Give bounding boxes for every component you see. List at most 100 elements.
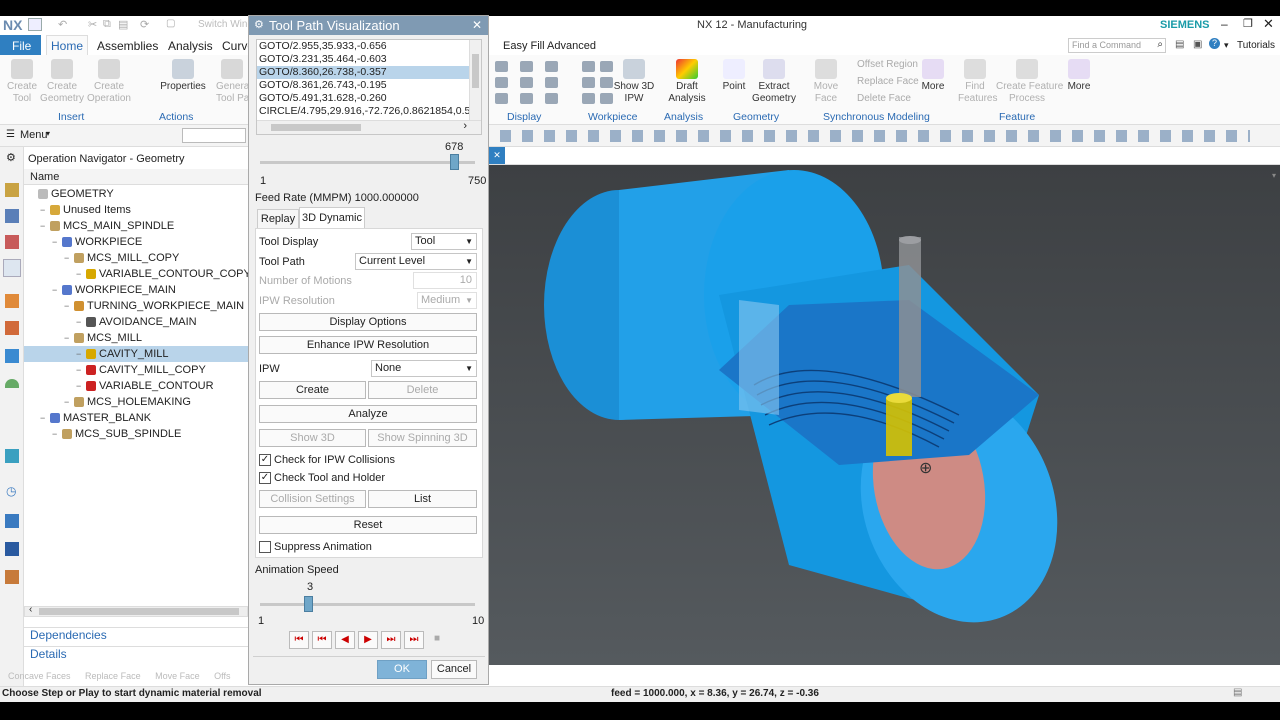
manufacturing-wizard-icon[interactable] [5, 542, 19, 556]
view-icon[interactable] [520, 93, 533, 104]
hd3d-tools-icon[interactable] [5, 349, 19, 363]
details-panel[interactable]: Details [30, 647, 67, 661]
view-icon[interactable] [495, 93, 508, 104]
command-search-input[interactable]: Find a Command ⌕ [1068, 38, 1166, 53]
reset-button[interactable]: Reset [259, 516, 477, 534]
create-geometry-button[interactable]: Create Geometry [40, 59, 84, 105]
menu-button[interactable]: Menu [20, 129, 48, 141]
switch-window-icon[interactable]: ▢ [166, 18, 175, 29]
group-synchronous-modeling[interactable]: Synchronous Modeling [823, 111, 930, 123]
create-operation-button[interactable]: Create Operation [86, 59, 132, 105]
collision-settings-button[interactable]: Collision Settings [259, 490, 366, 508]
suppress-animation-checkbox[interactable]: Suppress Animation [259, 541, 372, 554]
path-listing[interactable]: GOTO/2.955,35.933,-0.656 GOTO/3.231,35.46… [256, 39, 482, 135]
more-button[interactable]: More [1064, 59, 1094, 93]
step-slider-thumb[interactable] [450, 154, 460, 170]
tree-row[interactable]: − Unused Items [24, 202, 248, 218]
tree-expander-icon[interactable]: − [76, 314, 86, 330]
view-icon[interactable] [495, 77, 508, 88]
go-to-end-icon[interactable]: ⏭ [404, 631, 424, 649]
animation-speed-slider[interactable] [260, 596, 475, 612]
properties-button[interactable]: Properties [160, 59, 206, 93]
operation-navigator-icon[interactable] [3, 259, 21, 277]
view-icon[interactable] [582, 61, 595, 72]
tree-row[interactable]: − MCS_MILL_COPY [24, 250, 248, 266]
copy-icon[interactable]: ⧉ [103, 18, 111, 31]
group-workpiece[interactable]: Workpiece [588, 111, 637, 123]
path-listing-vscroll[interactable] [469, 40, 481, 120]
cut-icon[interactable]: ✂ [88, 18, 97, 31]
tree-row[interactable]: − MCS_SUB_SPINDLE [24, 426, 248, 442]
offset-button[interactable]: Offs [214, 671, 230, 681]
ipw-resolution-select[interactable]: Medium ▼ [417, 292, 477, 309]
qat-save-icon[interactable] [28, 18, 42, 31]
graphics-viewport[interactable]: ⊕ ▾ [489, 165, 1280, 665]
create-feature-process-button[interactable]: Create Feature Process [996, 59, 1063, 105]
cancel-button[interactable]: Cancel [431, 660, 477, 679]
switch-window-button[interactable]: Switch Wind [198, 19, 253, 30]
replace-face-button[interactable]: Replace Face [857, 76, 919, 87]
machine-tool-icon[interactable] [5, 294, 19, 308]
path-line[interactable]: GOTO/3.231,35.464,-0.603 [257, 53, 469, 66]
show-spinning-3d-button[interactable]: Show Spinning 3D [368, 429, 477, 447]
group-actions[interactable]: Actions [159, 111, 193, 123]
generate-tool-path-button[interactable]: Genera Tool Pa [216, 59, 249, 105]
show-3d-ipw-button[interactable]: Show 3D IPW [612, 59, 656, 105]
clock-icon[interactable]: ◷ [6, 484, 16, 498]
tree-row[interactable]: − MASTER_BLANK [24, 410, 248, 426]
analyze-button[interactable]: Analyze [259, 405, 477, 423]
draft-analysis-button[interactable]: Draft Analysis [664, 59, 710, 105]
go-to-start-icon[interactable]: ⏮ [289, 631, 309, 649]
concave-faces-button[interactable]: Concave Faces [8, 671, 71, 681]
layout-icon[interactable]: ▤ [1175, 39, 1184, 50]
tree-row[interactable]: − WORKPIECE [24, 234, 248, 250]
path-line[interactable]: CIRCLE/4.795,29.916,-72.726,0.8621854,0.… [257, 105, 469, 118]
offset-region-button[interactable]: Offset Region [857, 59, 918, 70]
name-column-header[interactable]: Name [24, 169, 248, 185]
tree-expander-icon[interactable]: − [64, 394, 74, 410]
tab-replay[interactable]: Replay [257, 209, 299, 228]
tool-path-select[interactable]: Current Level ▼ [355, 253, 477, 270]
view-icon[interactable] [495, 61, 508, 72]
create-button[interactable]: Create [259, 381, 366, 399]
view-icon[interactable] [582, 77, 595, 88]
tree-expander-icon[interactable]: − [64, 250, 74, 266]
view-icon[interactable] [545, 61, 558, 72]
layout-icon[interactable]: ▤ [1233, 687, 1242, 698]
repeat-icon[interactable]: ⟳ [140, 18, 149, 31]
constraint-navigator-icon[interactable] [5, 235, 19, 249]
restore-button[interactable]: ❐ [1243, 17, 1253, 30]
tree-row[interactable]: − WORKPIECE_MAIN [24, 282, 248, 298]
step-forward-icon[interactable]: ⏭ [381, 631, 401, 649]
help-icon[interactable]: ? [1209, 38, 1220, 49]
path-listing-hscroll[interactable]: › [257, 120, 481, 134]
create-tool-button[interactable]: Create Tool [4, 59, 40, 105]
path-line[interactable]: GOTO/5.491,31.628,-0.260 [257, 92, 469, 105]
tree-row[interactable]: − MCS_HOLEMAKING [24, 394, 248, 410]
tree-row[interactable]: − CAVITY_MILL [24, 346, 248, 362]
view-icon[interactable] [545, 77, 558, 88]
point-button[interactable]: Point [720, 59, 748, 93]
reuse-library-icon[interactable] [5, 321, 19, 335]
tab-3d-dynamic[interactable]: 3D Dynamic [299, 207, 365, 229]
play-icon[interactable]: ▶ [358, 631, 378, 649]
tree-expander-icon[interactable]: − [52, 282, 62, 298]
tree-row[interactable]: − AVOIDANCE_MAIN [24, 314, 248, 330]
easy-fill-label[interactable]: Easy Fill Advanced [503, 40, 596, 52]
path-line[interactable]: GOTO/8.360,26.738,-0.357 [257, 66, 469, 79]
list-button[interactable]: List [368, 490, 477, 508]
more-button[interactable]: More [918, 59, 948, 93]
ipw-select[interactable]: None ▼ [371, 360, 477, 377]
tool-display-select[interactable]: Tool ▼ [411, 233, 477, 250]
move-face-button[interactable]: Move Face [812, 59, 840, 105]
move-face-button[interactable]: Move Face [155, 671, 200, 681]
view-icon[interactable] [520, 77, 533, 88]
close-window-button[interactable]: ✕ [1263, 16, 1274, 32]
delete-button[interactable]: Delete [368, 381, 477, 399]
show-3d-button[interactable]: Show 3D [259, 429, 366, 447]
web-browser-icon[interactable] [5, 379, 19, 388]
checkbox-checked-icon[interactable]: ✓ [259, 454, 271, 467]
chevron-down-icon[interactable]: ▾ [46, 129, 50, 138]
delete-face-button[interactable]: Delete Face [857, 93, 911, 104]
tab-analysis[interactable]: Analysis [164, 38, 217, 55]
